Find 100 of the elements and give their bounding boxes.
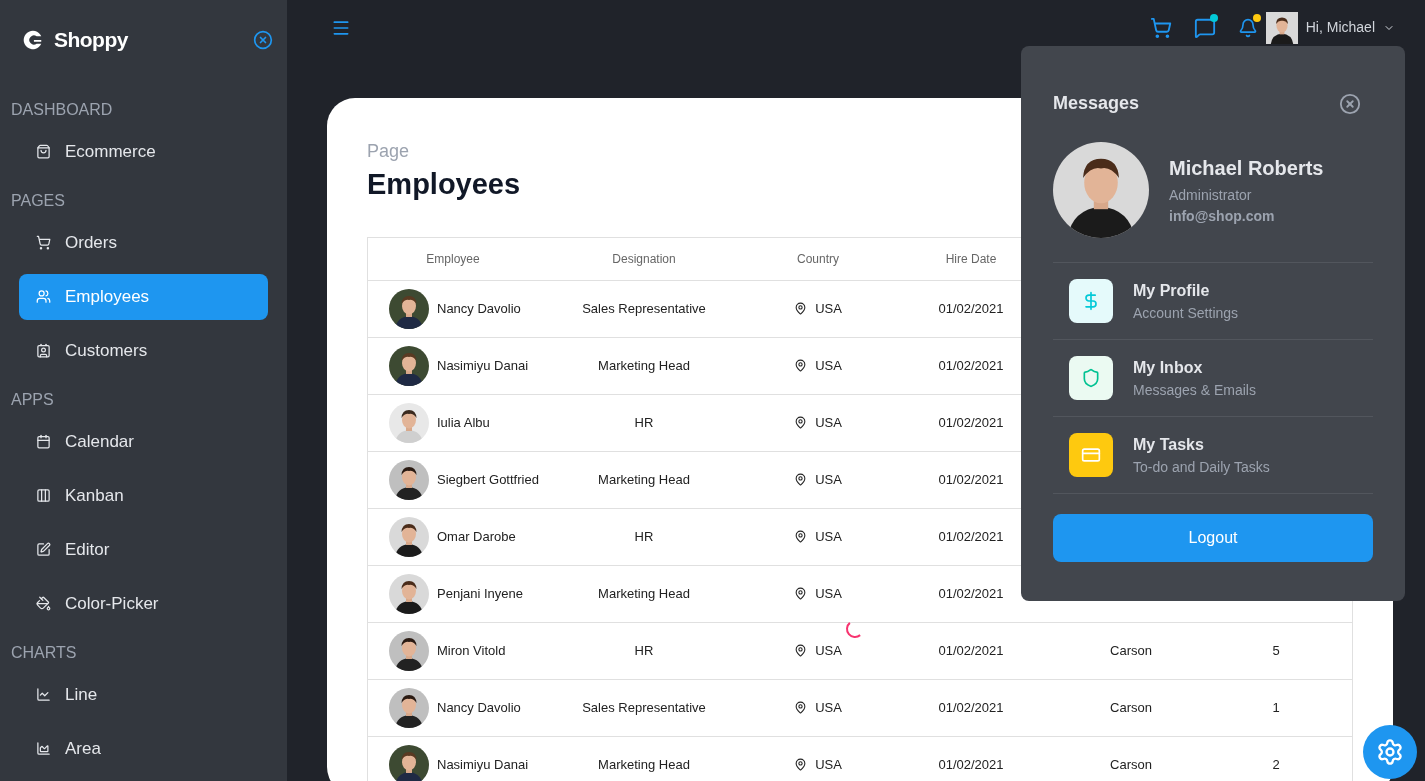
menu-item[interactable]: My Tasks To-do and Daily Tasks	[1053, 417, 1373, 494]
cart-button[interactable]	[1149, 16, 1172, 39]
app-logo[interactable]: Shoppy	[54, 24, 128, 56]
table-cell-text: Marketing Head	[597, 755, 691, 774]
column-header[interactable]: Employee	[368, 249, 538, 268]
table-cell-text: USA	[815, 299, 842, 318]
table-cell-text: 01/02/2021	[937, 413, 1005, 432]
profile-role: Administrator	[1169, 186, 1253, 205]
column-header[interactable]: Designation	[538, 249, 750, 268]
logo-icon	[22, 28, 44, 51]
table-cell-text: Carson	[1109, 641, 1153, 660]
table-cell-text: Nancy Davolio	[437, 698, 521, 717]
table-cell-text: Iulia Albu	[437, 413, 490, 432]
table-cell-text: Marketing Head	[597, 584, 691, 603]
table-cell-text: Miron Vitold	[437, 641, 506, 660]
menu-item-title: My Inbox	[1133, 357, 1204, 378]
table-cell-text: 01/02/2021	[937, 641, 1005, 660]
table-cell-text: Sales Representative	[581, 299, 707, 318]
table-cell-text: USA	[815, 356, 842, 375]
settings-button[interactable]	[1363, 725, 1417, 779]
sidebar-item[interactable]: Ecommerce	[19, 128, 268, 175]
sidebar-item[interactable]: Kanban	[19, 472, 268, 519]
location-pin-icon	[794, 701, 808, 714]
location-pin-icon	[794, 530, 808, 543]
profile-email: info@shop.com	[1169, 207, 1276, 226]
menu-item-title: My Profile	[1133, 280, 1211, 301]
table-cell-text: 2	[1271, 755, 1281, 774]
sidebar-item[interactable]: Line	[19, 671, 268, 718]
page-subtitle: Page	[367, 140, 410, 163]
table-cell-text: 1	[1271, 698, 1281, 717]
table-cell-text: Marketing Head	[597, 356, 691, 375]
section-heading: APPS	[10, 389, 55, 410]
table-cell-text: 01/02/2021	[937, 470, 1005, 489]
location-pin-icon	[794, 473, 808, 486]
table-cell-text: Nasimiyu Danai	[437, 356, 529, 375]
table-cell-text: Nasimiyu Danai	[437, 755, 529, 774]
table-cell-text: Siegbert Gottfried	[437, 470, 539, 489]
table-cell-text: 5	[1271, 641, 1281, 660]
table-cell-text: 01/02/2021	[937, 356, 1005, 375]
table-cell-text: USA	[815, 527, 842, 546]
menu-item[interactable]: My Profile Account Settings	[1053, 263, 1373, 340]
table-cell-text: 01/02/2021	[937, 299, 1005, 318]
sidebar-item[interactable]: Color-Picker	[19, 580, 268, 627]
table-cell-text: HR	[633, 527, 655, 546]
table-cell-text: Carson	[1109, 755, 1153, 774]
sidebar-item[interactable]: Calendar	[19, 418, 268, 465]
table-cell-text: Marketing Head	[597, 470, 691, 489]
popup-title: Messages	[1053, 92, 1140, 115]
table-cell-text: 01/02/2021	[937, 527, 1005, 546]
menu-item-description: Messages & Emails	[1133, 380, 1256, 400]
menu-item-description: To-do and Daily Tasks	[1133, 457, 1270, 477]
table-cell-text: HR	[633, 641, 655, 660]
gear-icon	[1376, 738, 1404, 766]
location-pin-icon	[794, 758, 808, 771]
menu-item-description: Account Settings	[1133, 303, 1239, 323]
menu-item-title: My Tasks	[1133, 434, 1205, 455]
sidebar-item[interactable]: Orders	[19, 219, 268, 266]
table-cell-text: HR	[633, 413, 655, 432]
profile-name: Michael Roberts	[1169, 156, 1324, 181]
area-chart-icon	[36, 741, 51, 756]
sidebar-item[interactable]: Editor	[19, 526, 268, 573]
notification-button[interactable]	[1237, 17, 1258, 38]
table-cell-text: USA	[815, 641, 842, 660]
cart-icon	[36, 235, 51, 250]
page-title: Employees	[367, 167, 521, 202]
table-cell-text: Carson	[1109, 698, 1153, 717]
table-cell-text: 01/02/2021	[937, 584, 1005, 603]
people-icon	[36, 289, 51, 304]
table-cell-text: Omar Darobe	[437, 527, 516, 546]
table-cell-text: USA	[815, 755, 842, 774]
location-pin-icon	[794, 359, 808, 372]
section-heading: CHARTS	[10, 642, 78, 663]
table-cell-text: USA	[815, 470, 842, 489]
location-pin-icon	[794, 644, 808, 657]
section-heading: DASHBOARD	[10, 99, 114, 120]
table-cell-text: Penjani Inyene	[437, 584, 523, 603]
line-chart-icon	[36, 687, 51, 702]
edit-icon	[36, 542, 51, 557]
calendar-icon	[36, 434, 51, 449]
paint-bucket-icon	[36, 596, 51, 611]
close-sidebar-button[interactable]	[253, 29, 273, 50]
table-cell-text: 01/02/2021	[937, 698, 1005, 717]
shopping-bag-icon	[36, 144, 51, 159]
location-pin-icon	[794, 587, 808, 600]
location-pin-icon	[794, 302, 808, 315]
location-pin-icon	[794, 416, 808, 429]
person-list-icon	[36, 343, 51, 358]
table-cell-text: USA	[815, 413, 842, 432]
user-menu[interactable]: Hi, Michael	[1265, 11, 1395, 44]
table-cell-text: 01/02/2021	[937, 755, 1005, 774]
close-button[interactable]	[1339, 92, 1361, 115]
table-cell-text: Sales Representative	[581, 698, 707, 717]
sidebar-item[interactable]: Customers	[19, 327, 268, 374]
board-icon	[36, 488, 51, 503]
table-cell-text: USA	[815, 584, 842, 603]
section-heading: PAGES	[10, 190, 66, 211]
chat-button[interactable]	[1193, 16, 1216, 39]
sidebar-item[interactable]: Area	[19, 725, 268, 772]
column-header[interactable]: Country	[750, 249, 886, 268]
menu-item[interactable]: My Inbox Messages & Emails	[1053, 340, 1373, 417]
